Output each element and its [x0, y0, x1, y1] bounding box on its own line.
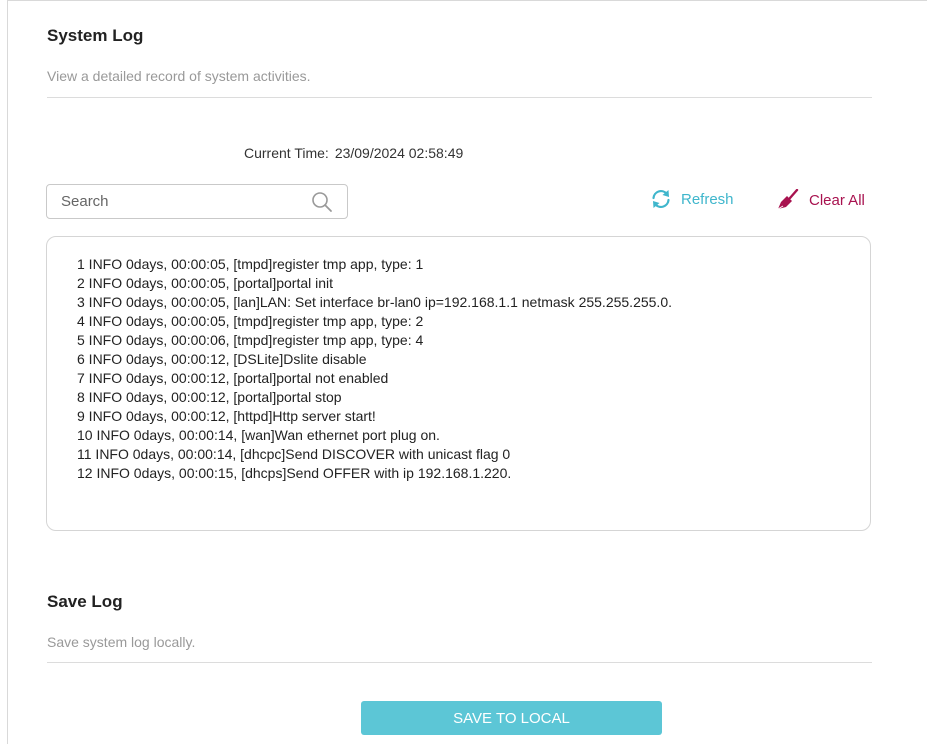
refresh-icon	[652, 189, 670, 209]
log-entry: 8 INFO 0days, 00:00:12, [portal]portal s…	[77, 389, 342, 405]
log-entry: 12 INFO 0days, 00:00:15, [dhcps]Send OFF…	[77, 465, 512, 481]
log-list[interactable]: 1 INFO 0days, 00:00:05, [tmpd]register t…	[46, 236, 871, 531]
log-entry: 1 INFO 0days, 00:00:05, [tmpd]register t…	[77, 256, 424, 272]
refresh-button[interactable]: Refresh	[650, 189, 734, 209]
log-entry: 6 INFO 0days, 00:00:12, [DSLite]Dslite d…	[77, 351, 367, 367]
broom-icon	[777, 189, 799, 210]
log-entry: 4 INFO 0days, 00:00:05, [tmpd]register t…	[77, 313, 424, 329]
log-entry: 5 INFO 0days, 00:00:06, [tmpd]register t…	[77, 332, 424, 348]
search-icon[interactable]	[311, 191, 333, 213]
current-time-value: 23/09/2024 02:58:49	[334, 145, 464, 161]
divider	[47, 97, 872, 98]
save-to-local-button[interactable]: SAVE TO LOCAL	[361, 701, 662, 735]
clear-all-label: Clear All	[809, 191, 865, 209]
system-log-description: View a detailed record of system activit…	[47, 68, 311, 84]
save-log-title: Save Log	[47, 592, 123, 611]
save-log-description: Save system log locally.	[47, 634, 196, 650]
system-log-title: System Log	[47, 26, 144, 45]
log-entry: 3 INFO 0days, 00:00:05, [lan]LAN: Set in…	[77, 294, 672, 310]
search-box	[46, 184, 348, 219]
log-entry: 10 INFO 0days, 00:00:14, [wan]Wan ethern…	[77, 427, 440, 443]
log-entry: 11 INFO 0days, 00:00:14, [dhcpc]Send DIS…	[77, 446, 511, 462]
log-entry: 2 INFO 0days, 00:00:05, [portal]portal i…	[77, 275, 334, 291]
log-entry: 7 INFO 0days, 00:00:12, [portal]portal n…	[77, 370, 389, 386]
log-entry: 9 INFO 0days, 00:00:12, [httpd]Http serv…	[77, 408, 376, 424]
current-time: Current Time: 23/09/2024 02:58:49	[244, 145, 463, 161]
search-input[interactable]	[59, 192, 303, 211]
divider	[47, 662, 872, 663]
refresh-label: Refresh	[681, 190, 734, 208]
current-time-label: Current Time:	[244, 145, 329, 161]
clear-all-button[interactable]: Clear All	[776, 189, 865, 211]
